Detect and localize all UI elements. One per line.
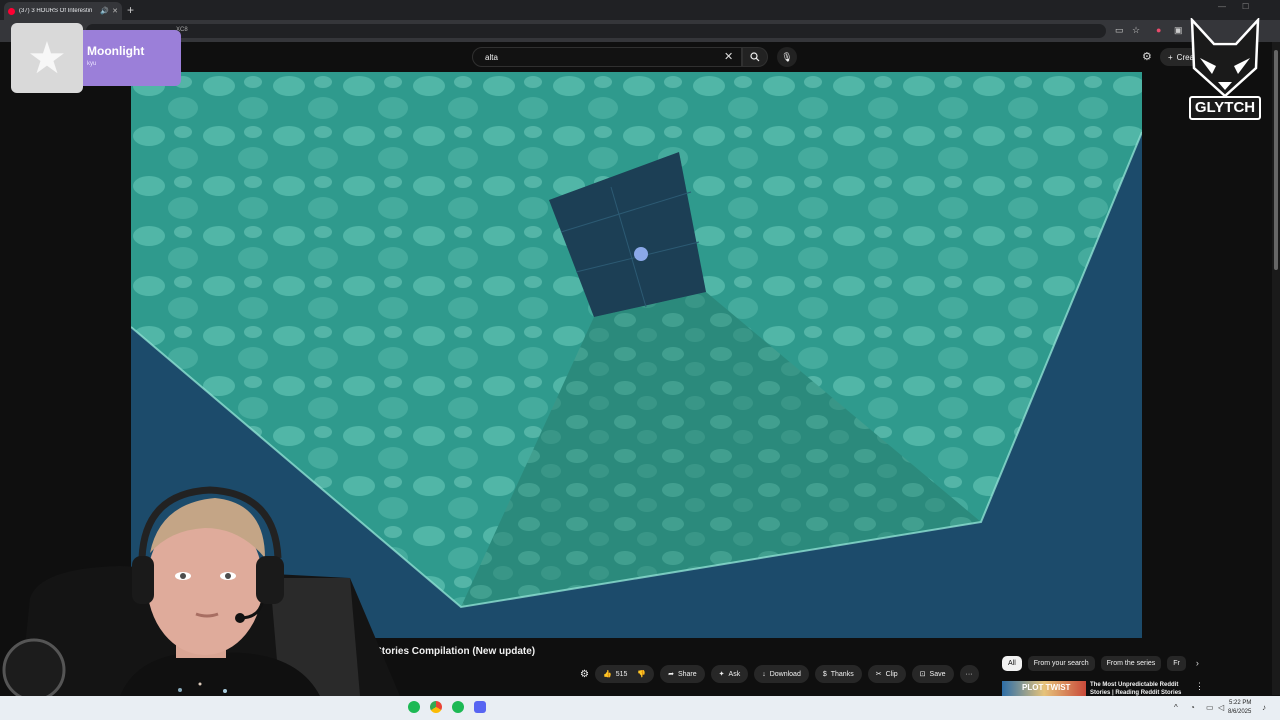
windows-taskbar	[0, 696, 1280, 720]
cast-icon[interactable]: ▭	[1115, 25, 1124, 36]
chip-truncated[interactable]: Fr	[1167, 655, 1186, 671]
clear-search-icon[interactable]: ✕	[724, 50, 733, 63]
recommendation-chips: All From your search From the series Fr …	[1002, 655, 1199, 671]
video-actions: ⚙ 👍 515 👎 ➦ Share ✦ Ask ↓ Download $ Thanks …	[580, 664, 979, 684]
close-tab-icon[interactable]: ✕	[112, 7, 118, 15]
more-vertical-icon[interactable]: ⋮	[1195, 681, 1204, 692]
thanks-icon: $	[822, 670, 827, 678]
screen: (37) 3 HOURS Of Interestin 🔊 ✕ + — ☐ XC8…	[0, 0, 1280, 720]
youtube-favicon-icon	[8, 7, 15, 15]
spotify-icon[interactable]	[408, 701, 420, 713]
clip-label: Clip	[885, 670, 898, 678]
tray-chevron-icon[interactable]: ^	[1174, 703, 1178, 712]
download-label: Download	[769, 670, 801, 678]
notification-title: Moonlight	[87, 44, 145, 58]
share-label: Share	[677, 670, 697, 678]
ask-button[interactable]: ✦ Ask	[710, 665, 749, 683]
ask-label: Ask	[728, 670, 741, 678]
discord-icon[interactable]	[474, 701, 486, 713]
minimize-icon[interactable]: —	[1218, 2, 1226, 11]
scissors-icon: ✂	[875, 671, 882, 678]
thanks-button[interactable]: $ Thanks	[814, 665, 862, 683]
chip-from-the-series[interactable]: From the series	[1100, 655, 1162, 671]
recommended-video[interactable]: PLOT TWIST The Most Unpredictable Reddit…	[1002, 681, 1192, 697]
clip-button[interactable]: ✂ Clip	[867, 665, 906, 683]
notification-bell-icon[interactable]: ♪	[1262, 703, 1266, 712]
scrollbar-thumb[interactable]	[1274, 50, 1278, 270]
bookmark-star-icon[interactable]: ☆	[1132, 25, 1140, 36]
search-input[interactable]: alta	[472, 47, 742, 67]
download-icon: ↓	[762, 670, 766, 678]
microphone-icon: 🎙	[781, 51, 793, 62]
star-icon: ★	[11, 23, 83, 93]
browser-tab-active[interactable]: (37) 3 HOURS Of Interestin 🔊 ✕	[4, 2, 122, 20]
share-button[interactable]: ➦ Share	[660, 665, 705, 683]
search-button[interactable]	[742, 47, 768, 67]
recommended-thumbnail: PLOT TWIST	[1002, 681, 1086, 697]
save-button[interactable]: ⊡ Save	[911, 665, 954, 683]
like-count: 515	[615, 670, 628, 678]
download-button[interactable]: ↓ Download	[754, 665, 809, 683]
chevron-right-icon[interactable]: ›	[1196, 658, 1199, 668]
like-button[interactable]: 👍 515 👎	[594, 665, 655, 683]
extensions-puzzle-icon[interactable]: ▣	[1174, 25, 1183, 36]
glytch-logo-text: GLYTCH	[1189, 96, 1261, 120]
webcam-overlay	[2, 486, 400, 696]
chip-all[interactable]: All	[1002, 655, 1022, 671]
more-horizontal-icon: ···	[965, 670, 973, 678]
bookmark-icon: ⊡	[919, 671, 926, 678]
recommended-title: The Most Unpredictable Reddit Stories | …	[1090, 682, 1182, 696]
clock-date: 8/6/2025	[1228, 709, 1252, 715]
tab-title: (37) 3 HOURS Of Interestin	[19, 8, 93, 14]
notification-banner: Moonlight kyu	[71, 30, 181, 86]
extension-shield-icon[interactable]: ●	[1156, 25, 1161, 35]
ai-gear-icon[interactable]: ⚙	[580, 669, 589, 680]
voice-search-button[interactable]: 🎙	[777, 47, 797, 67]
taskbar-clock[interactable]: 5:22 PM 8/6/2025	[1228, 699, 1251, 717]
more-actions-button[interactable]: ···	[959, 665, 979, 683]
volume-icon[interactable]: ◁	[1218, 703, 1224, 712]
thumbs-up-icon: 👍	[602, 671, 612, 678]
sparkle-icon: ✦	[718, 671, 725, 678]
address-bar[interactable]: XC8	[86, 24, 1106, 38]
network-icon[interactable]: ▭	[1206, 703, 1214, 712]
save-label: Save	[929, 670, 946, 678]
maximize-icon[interactable]: ☐	[1242, 2, 1249, 11]
share-icon: ➦	[668, 671, 674, 678]
thumbs-down-icon[interactable]: 👎	[637, 670, 646, 678]
browser-tab-strip: (37) 3 HOURS Of Interestin 🔊 ✕ + — ☐	[0, 0, 1280, 20]
spotify-alt-icon[interactable]	[452, 701, 464, 713]
thanks-label: Thanks	[830, 670, 854, 678]
settings-gear-icon[interactable]: ⚙	[1142, 50, 1152, 63]
clock-time: 5:22 PM	[1229, 700, 1252, 706]
search-icon	[750, 52, 760, 62]
notification-subtitle: kyu	[87, 61, 97, 67]
tray-app-icon[interactable]: ◔	[1190, 703, 1195, 712]
music-notification[interactable]: ★ Moonlight kyu	[11, 23, 181, 93]
new-tab-button[interactable]: +	[127, 3, 134, 17]
speaker-icon[interactable]: 🔊	[100, 7, 109, 15]
plus-icon: +	[1168, 52, 1173, 62]
chip-from-your-search[interactable]: From your search	[1027, 655, 1095, 671]
chrome-icon[interactable]	[430, 701, 442, 713]
